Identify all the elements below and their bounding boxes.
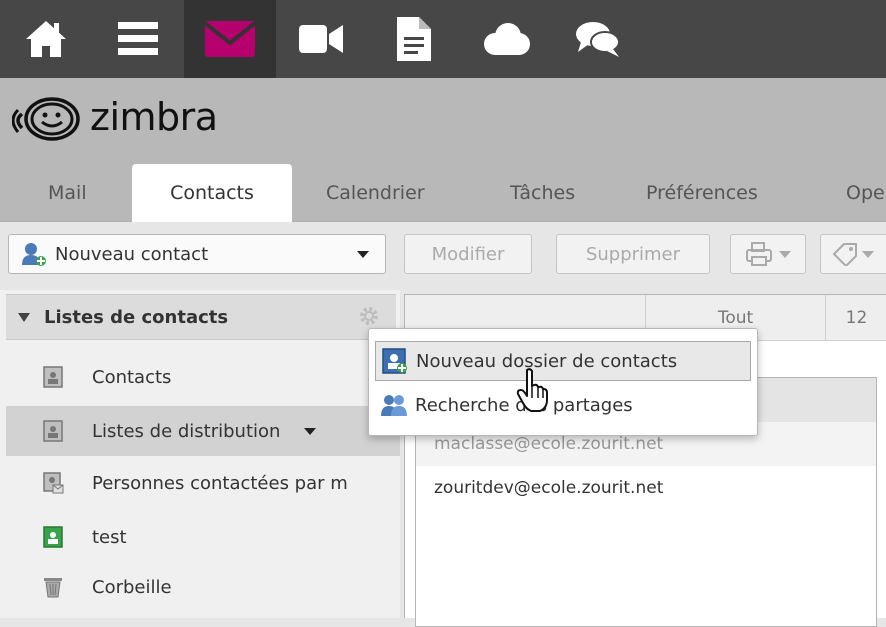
app-documents-button[interactable]: [368, 0, 460, 78]
item-dropdown-caret[interactable]: [304, 427, 317, 435]
contact-lists-title: Listes de contacts: [44, 306, 229, 328]
print-dropdown-caret: [779, 250, 791, 258]
find-shares-icon: [381, 395, 407, 416]
hand-cursor-icon: [516, 368, 548, 412]
alpha-tab-numbers[interactable]: 12: [825, 295, 886, 341]
context-menu: Nouveau dossier de contacts Recherche de…: [368, 328, 758, 436]
print-icon: [746, 242, 772, 266]
sidebar-item-emailed-contacts[interactable]: Personnes contactées par m: [6, 458, 400, 508]
address-book-icon: [43, 366, 63, 388]
video-icon: [299, 25, 343, 53]
tab-mail[interactable]: Mail: [48, 164, 87, 222]
sidebar-item-label: test: [92, 526, 127, 548]
app-bar: [0, 0, 886, 78]
sidebar-item-contacts[interactable]: Contacts: [6, 352, 400, 402]
print-button[interactable]: [730, 234, 806, 274]
new-contact-dropdown-caret[interactable]: [357, 251, 369, 258]
trash-icon: [44, 578, 62, 598]
home-icon: [26, 21, 66, 57]
new-contact-icon: [22, 243, 46, 266]
app-mail-button[interactable]: [184, 0, 276, 78]
toolbar: Nouveau contact Modifier Supprimer: [0, 222, 886, 290]
tab-tasks[interactable]: Tâches: [510, 164, 575, 222]
tab-preferences[interactable]: Préférences: [646, 164, 758, 222]
new-contact-button[interactable]: Nouveau contact: [8, 234, 386, 274]
app-tabs: Mail Contacts Calendrier Tâches Préféren…: [0, 160, 886, 222]
app-chat-button[interactable]: [552, 0, 644, 78]
logo-bar: zimbra: [0, 78, 886, 160]
tag-dropdown-caret: [862, 250, 874, 258]
tag-button[interactable]: [820, 234, 886, 274]
address-book-icon: [43, 420, 63, 442]
list-item[interactable]: zouritdev@ecole.zourit.net: [416, 466, 876, 510]
app-menu-button[interactable]: [92, 0, 184, 78]
app-cloud-button[interactable]: [460, 0, 552, 78]
document-icon: [397, 17, 431, 61]
mail-icon: [205, 21, 255, 57]
tab-contacts[interactable]: Contacts: [132, 164, 292, 222]
sidebar-item-label: Corbeille: [92, 576, 172, 598]
sidebar-item-test[interactable]: test: [6, 512, 400, 562]
tab-calendar[interactable]: Calendrier: [326, 164, 425, 222]
sidebar-item-distribution-lists[interactable]: Listes de distribution: [6, 406, 400, 456]
contact-lists-pane: Listes de contacts Contacts Listes de di…: [0, 290, 400, 618]
edit-button[interactable]: Modifier: [404, 234, 532, 274]
zimbra-logo-icon: [12, 97, 80, 141]
sidebar-item-label: Personnes contactées par m: [92, 472, 348, 494]
zimbra-logo-text: zimbra: [90, 95, 218, 139]
contact-lists-header[interactable]: Listes de contacts: [6, 294, 396, 340]
new-address-book-icon: [382, 348, 407, 374]
collapse-triangle-icon[interactable]: [18, 312, 30, 322]
emailed-contacts-icon: [43, 472, 64, 494]
cloud-icon: [484, 23, 530, 55]
tag-icon: [832, 243, 857, 266]
app-home-button[interactable]: [0, 0, 92, 78]
sidebar-item-trash[interactable]: Corbeille: [6, 562, 400, 612]
sidebar-item-label: Listes de distribution: [92, 420, 281, 442]
menu-item-new-contacts-folder[interactable]: Nouveau dossier de contacts: [375, 341, 751, 381]
sidebar-item-label: Contacts: [92, 366, 172, 388]
delete-button[interactable]: Supprimer: [556, 234, 710, 274]
app-video-button[interactable]: [276, 0, 368, 78]
menu-icon: [118, 22, 158, 55]
gear-icon[interactable]: [358, 305, 380, 327]
new-contact-label: Nouveau contact: [55, 243, 209, 265]
chat-icon: [576, 22, 620, 57]
tab-other[interactable]: Ope: [846, 164, 885, 222]
menu-item-find-shares[interactable]: Recherche des partages: [375, 385, 751, 425]
green-address-book-icon: [43, 526, 63, 548]
